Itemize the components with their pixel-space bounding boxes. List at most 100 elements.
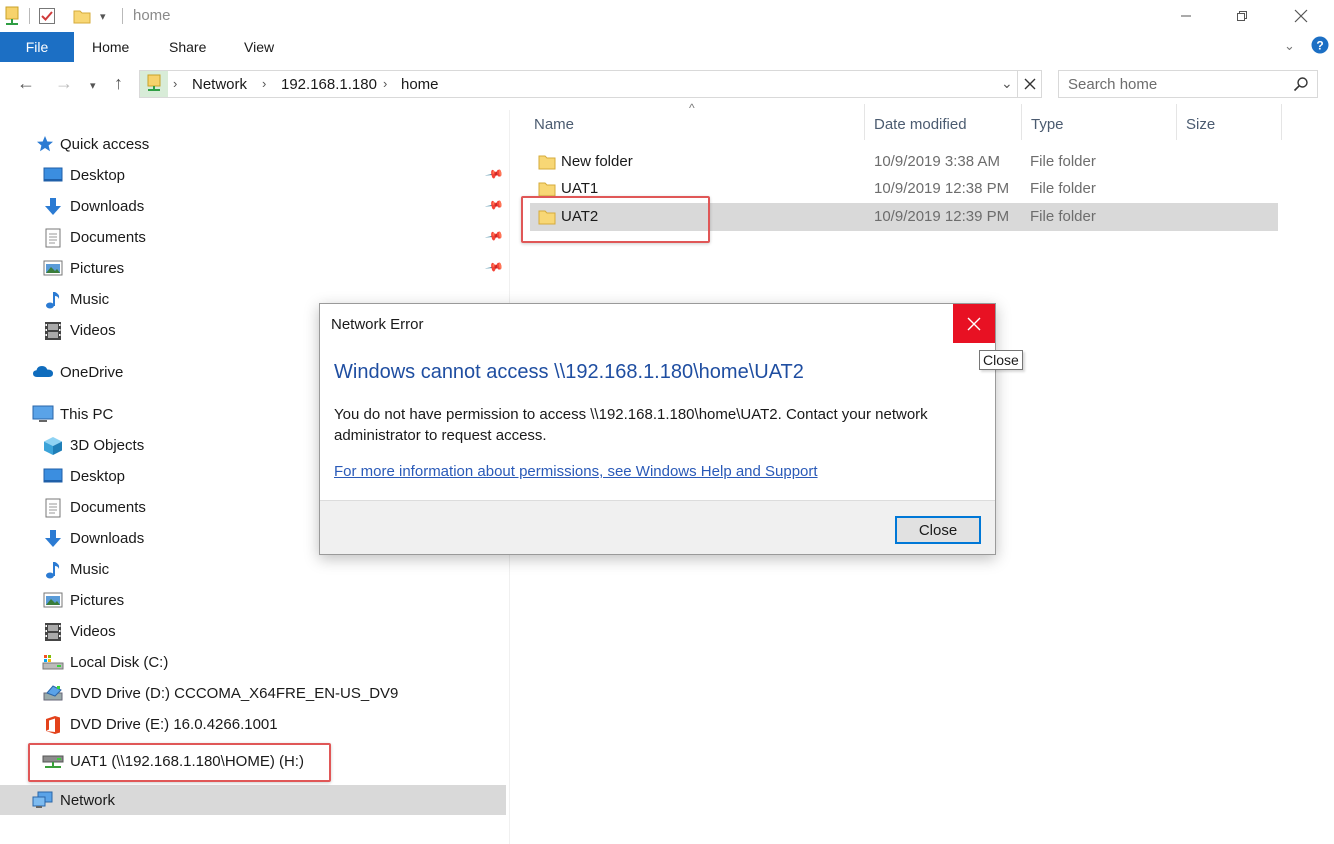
column-separator[interactable]: [1281, 104, 1282, 140]
nav-label: Desktop: [70, 467, 126, 485]
dialog-footer: Close: [320, 500, 995, 554]
pin-icon[interactable]: 📌: [484, 257, 504, 277]
help-link[interactable]: For more information about permissions, …: [334, 463, 818, 480]
breadcrumb-ip[interactable]: 192.168.1.180: [281, 76, 377, 93]
nav-pc-local-disk[interactable]: Local Disk (C:): [0, 647, 506, 677]
tab-view[interactable]: View: [244, 39, 274, 55]
nav-quick-pictures[interactable]: Pictures 📌: [0, 253, 506, 283]
music-icon: [44, 560, 62, 579]
tab-share[interactable]: Share: [169, 39, 206, 55]
back-icon[interactable]: ←: [17, 74, 35, 92]
nav-label: Music: [70, 560, 110, 578]
nav-label: Downloads: [70, 529, 145, 547]
customize-toolbar-icon[interactable]: ▾: [100, 6, 106, 26]
dialog-close-icon[interactable]: [953, 304, 995, 343]
tab-file[interactable]: File: [0, 32, 74, 62]
dialog-heading: Windows cannot access \\192.168.1.180\ho…: [334, 361, 804, 383]
breadcrumb-network[interactable]: Network: [192, 76, 247, 93]
pin-icon[interactable]: 📌: [484, 226, 504, 246]
new-folder-icon[interactable]: [73, 6, 91, 26]
forward-icon[interactable]: →: [55, 74, 73, 92]
videos-icon: [44, 622, 62, 641]
file-type: File folder: [1030, 180, 1096, 197]
column-name[interactable]: Name: [534, 116, 574, 133]
nav-label: Music: [70, 290, 110, 308]
column-separator[interactable]: [864, 104, 865, 140]
minimize-icon[interactable]: [1163, 0, 1209, 32]
network-error-dialog: Network Error Windows cannot access \\19…: [319, 303, 996, 555]
nav-label: Quick access: [60, 135, 150, 153]
nav-pc-dvd-d[interactable]: DVD Drive (D:) CCCOMA_X64FRE_EN-US_DV9: [0, 678, 506, 708]
local-disk-icon: [42, 653, 64, 671]
breadcrumb-separator-icon[interactable]: ›: [262, 76, 266, 91]
file-date: 10/9/2019 3:38 AM: [874, 153, 1000, 170]
window-title: home: [133, 7, 171, 24]
up-icon[interactable]: ↑: [114, 74, 123, 92]
column-type[interactable]: Type: [1031, 116, 1064, 133]
nav-label: Downloads: [70, 197, 145, 215]
dvd-drive-icon: [43, 684, 65, 702]
nav-label: Local Disk (C:): [70, 653, 169, 671]
nav-quick-desktop[interactable]: Desktop 📌: [0, 160, 506, 190]
dialog-message: You do not have permission to access \\1…: [334, 406, 928, 444]
column-date-modified[interactable]: Date modified: [874, 116, 967, 133]
documents-icon: [44, 498, 62, 518]
nav-pc-pictures[interactable]: Pictures: [0, 585, 506, 615]
separator: [122, 8, 123, 24]
nav-pc-music[interactable]: Music: [0, 554, 506, 584]
nav-label: Pictures: [70, 259, 125, 277]
close-tooltip: Close: [979, 350, 1023, 370]
nav-quick-documents[interactable]: Documents 📌: [0, 222, 506, 252]
column-size[interactable]: Size: [1186, 116, 1215, 133]
nav-label: Videos: [70, 622, 116, 640]
nav-pc-videos[interactable]: Videos: [0, 616, 506, 646]
address-dropdown-icon[interactable]: ⌄: [1001, 75, 1013, 92]
nav-pc-dvd-e[interactable]: DVD Drive (E:) 16.0.4266.1001: [0, 709, 506, 739]
search-icon[interactable]: [1293, 76, 1309, 95]
properties-icon[interactable]: [38, 6, 56, 26]
cube-icon: [43, 436, 62, 455]
column-separator[interactable]: [1021, 104, 1022, 140]
restore-icon[interactable]: [1219, 0, 1265, 32]
file-row[interactable]: New folder 10/9/2019 3:38 AM File folder: [530, 148, 1278, 176]
clear-address-icon[interactable]: [1017, 71, 1041, 97]
folder-icon: [538, 181, 556, 197]
recent-locations-icon[interactable]: ▾: [90, 77, 96, 95]
nav-quick-downloads[interactable]: Downloads 📌: [0, 191, 506, 221]
separator: [29, 8, 30, 24]
downloads-icon: [43, 529, 61, 547]
highlight-uat2-folder: [521, 196, 710, 243]
folder-icon: [538, 154, 556, 170]
music-icon: [44, 290, 62, 309]
search-input[interactable]: Search home: [1058, 70, 1318, 98]
close-button[interactable]: Close: [895, 516, 981, 544]
nav-label: 3D Objects: [70, 436, 145, 454]
onedrive-cloud-icon: [32, 363, 54, 381]
nav-label: Desktop: [70, 166, 126, 184]
breadcrumb-separator-icon[interactable]: ›: [383, 76, 387, 91]
dialog-title: Network Error: [331, 316, 424, 333]
help-icon[interactable]: ?: [1311, 36, 1329, 57]
nav-label: Documents: [70, 228, 146, 246]
svg-text:?: ?: [1316, 39, 1323, 53]
ribbon-tabs: File Home Share View ⌄ ?: [0, 32, 1334, 62]
breadcrumb-home[interactable]: home: [401, 76, 439, 93]
pin-icon[interactable]: 📌: [484, 195, 504, 215]
tab-home[interactable]: Home: [92, 39, 129, 55]
breadcrumb-separator-icon[interactable]: ›: [173, 76, 177, 91]
file-name: New folder: [561, 153, 633, 170]
pin-icon[interactable]: 📌: [484, 164, 504, 184]
file-date: 10/9/2019 12:38 PM: [874, 180, 1010, 197]
desktop-icon: [43, 166, 63, 184]
nav-label: Network: [60, 791, 116, 809]
close-icon[interactable]: [1278, 0, 1324, 32]
address-bar[interactable]: › Network › 192.168.1.180 › home ⌄: [139, 70, 1042, 98]
expand-ribbon-icon[interactable]: ⌄: [1284, 38, 1295, 54]
nav-quick-access[interactable]: Quick access: [0, 129, 506, 159]
nav-network[interactable]: Network: [0, 785, 506, 815]
address-location-icon: [140, 71, 168, 97]
column-separator[interactable]: [1176, 104, 1177, 140]
office-icon: [44, 715, 62, 734]
desktop-icon: [43, 467, 63, 485]
downloads-icon: [43, 197, 61, 215]
